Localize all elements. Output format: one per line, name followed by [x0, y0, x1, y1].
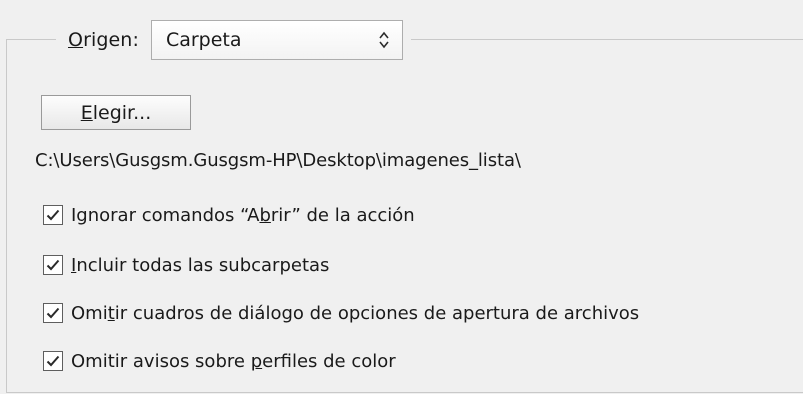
- option-label: Incluir todas las subcarpetas: [71, 254, 330, 276]
- checkmark-icon: [46, 259, 60, 271]
- option-ignore-open-commands[interactable]: Ignorar comandos “Abrir” de la acción: [43, 202, 415, 228]
- batch-source-panel: Origen: Carpeta Elegir... C:\Users\Gusgs…: [0, 0, 803, 394]
- option-include-subfolders[interactable]: Incluir todas las subcarpetas: [43, 252, 329, 278]
- source-legend: Origen: Carpeta: [56, 18, 411, 62]
- source-label: Origen:: [68, 29, 139, 51]
- checkbox[interactable]: [43, 303, 63, 323]
- option-label: Omitir cuadros de diálogo de opciones de…: [71, 302, 640, 324]
- checkbox[interactable]: [43, 351, 63, 371]
- choose-folder-button[interactable]: Elegir...: [41, 95, 191, 130]
- option-suppress-color-profile-warnings[interactable]: Omitir avisos sobre perfiles de color: [43, 348, 396, 374]
- option-suppress-open-dialogs[interactable]: Omitir cuadros de diálogo de opciones de…: [43, 300, 639, 326]
- source-select[interactable]: Carpeta: [150, 20, 403, 60]
- folder-path: C:\Users\Gusgsm.Gusgsm-HP\Desktop\imagen…: [35, 150, 521, 171]
- up-down-chevron-icon: [379, 31, 389, 49]
- checkmark-icon: [46, 355, 60, 367]
- source-select-value: Carpeta: [165, 29, 242, 51]
- checkbox[interactable]: [43, 205, 63, 225]
- option-label: Ignorar comandos “Abrir” de la acción: [71, 204, 415, 226]
- option-label: Omitir avisos sobre perfiles de color: [71, 350, 396, 372]
- checkbox[interactable]: [43, 255, 63, 275]
- checkmark-icon: [46, 209, 60, 221]
- checkmark-icon: [46, 307, 60, 319]
